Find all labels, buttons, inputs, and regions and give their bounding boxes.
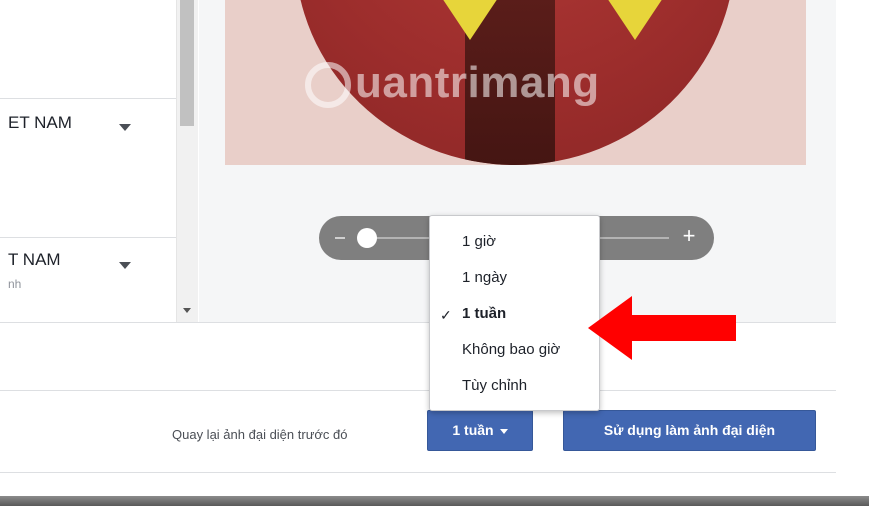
page-background-strip (0, 496, 869, 506)
left-panel: ET NAM T NAM nh (0, 0, 176, 322)
row-divider (0, 98, 176, 99)
duration-menu: 1 giờ 1 ngày ✓ 1 tuần Không bao giờ Tùy … (429, 215, 600, 411)
checkmark-icon: ✓ (440, 307, 452, 323)
menu-item-1-week[interactable]: 1 tuần (462, 305, 506, 322)
menu-item-custom[interactable]: Tùy chỉnh (462, 377, 527, 394)
scrollbar-thumb[interactable] (180, 0, 194, 126)
row-divider (0, 237, 176, 238)
zoom-plus-icon[interactable]: + (679, 224, 699, 248)
chevron-down-icon[interactable] (119, 124, 131, 131)
revert-label: Quay lại ảnh đại diện trước đó (172, 427, 348, 442)
zoom-handle[interactable] (357, 228, 377, 248)
star-shape (443, 0, 497, 40)
scrollbar[interactable] (176, 0, 198, 322)
star-shape (608, 0, 662, 40)
scroll-down-arrow-icon[interactable] (183, 308, 191, 313)
country-label: T NAM (8, 250, 61, 269)
page-background (836, 0, 869, 506)
zoom-minus-icon[interactable] (335, 237, 345, 239)
profile-photo[interactable]: uantrimang (225, 0, 806, 165)
menu-item-1-day[interactable]: 1 ngày (462, 269, 507, 286)
menu-item-never[interactable]: Không bao giờ (462, 341, 560, 358)
use-as-profile-picture-button[interactable]: Sử dụng làm ảnh đại diện (563, 410, 816, 451)
caret-down-icon (499, 428, 508, 434)
duration-dropdown-button[interactable]: 1 tuần (427, 410, 533, 451)
watermark-text: uantrimang (355, 58, 600, 107)
profile-picture-dialog: ET NAM T NAM nh uantrimang + Quay lại ản… (0, 0, 837, 473)
duration-value: 1 tuần (452, 422, 494, 438)
country-subtext: nh (8, 277, 22, 291)
red-arrow-annotation (588, 296, 736, 360)
menu-item-1-hour[interactable]: 1 giờ (462, 233, 496, 250)
country-label: ET NAM (8, 113, 72, 132)
chevron-down-icon[interactable] (119, 262, 131, 269)
watermark-logo-icon (305, 62, 351, 108)
